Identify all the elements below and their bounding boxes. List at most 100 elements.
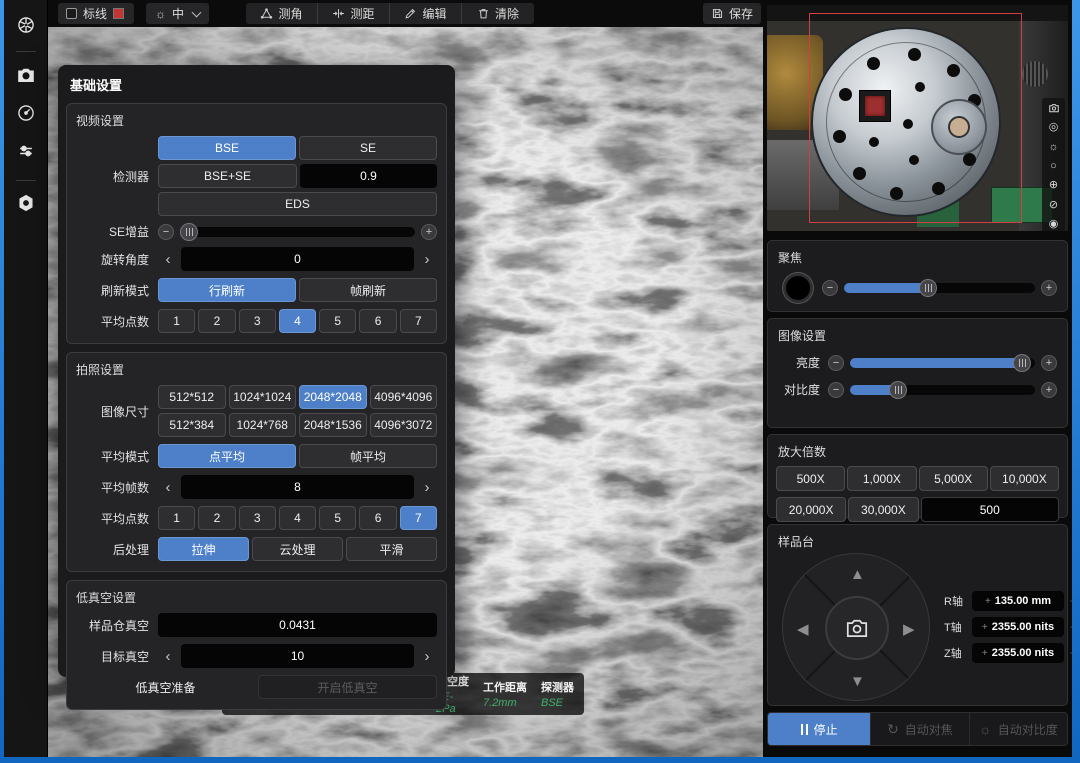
slider-handle[interactable] [180,223,198,241]
auto-contrast-button[interactable]: ☼ 自动对比度 [970,713,1067,745]
measure-angle-button[interactable]: 测角 [246,3,318,24]
plus-button[interactable]: + [1041,280,1057,296]
chamber-camera-view[interactable]: ◎ ☼ ○ ⊕ ⊘ ◉ [767,5,1068,231]
post-smooth-button[interactable]: 平滑 [346,537,437,561]
avg-frames-value[interactable]: 8 [181,475,414,499]
low-vacuum-prepare-button[interactable]: 低真空准备 [76,675,255,699]
avg-point-2[interactable]: 2 [198,309,235,333]
detector-se-button[interactable]: SE [299,136,437,160]
avg-point-1[interactable]: 1 [158,506,195,530]
mag-5000x-button[interactable]: 5,000X [919,466,988,491]
avg-point-1[interactable]: 1 [158,309,195,333]
snapshot-camera-icon[interactable] [1048,102,1060,114]
avg-point-6[interactable]: 6 [359,309,396,333]
size-2048x2048[interactable]: 2048*2048 [299,385,367,409]
crosshair-icon[interactable]: ⊕ [1049,180,1058,191]
detector-bse-button[interactable]: BSE [158,136,296,160]
avg-mode-point-button[interactable]: 点平均 [158,444,296,468]
rotation-value[interactable]: 0 [181,247,414,271]
refresh-frame-button[interactable]: 帧刷新 [299,278,437,302]
measure-distance-button[interactable]: 测距 [318,3,390,24]
decrement-button[interactable]: ‹ [158,247,178,271]
avg-point-3[interactable]: 3 [239,506,276,530]
avg-point-7[interactable]: 7 [400,309,437,333]
decrement-button[interactable]: ‹ [158,475,178,499]
brightness-dropdown[interactable]: ☼ 中 [146,3,209,24]
stage-down-button[interactable]: ▼ [850,673,865,690]
detector-bse-se-button[interactable]: BSE+SE [158,164,297,188]
size-4096x3072[interactable]: 4096*3072 [370,413,438,437]
increment-button[interactable]: › [417,475,437,499]
avg-point-3[interactable]: 3 [239,309,276,333]
increment-button[interactable]: › [417,247,437,271]
brightness-icon[interactable]: ☼ [1048,142,1058,153]
size-4096x4096[interactable]: 4096*4096 [370,385,438,409]
stage-snapshot-button[interactable] [825,596,889,660]
slider-track[interactable] [844,283,1035,293]
plus-button[interactable]: + [1041,355,1057,371]
minus-button[interactable]: − [158,224,174,240]
increment-button[interactable]: › [417,644,437,668]
minus-button[interactable]: − [822,280,838,296]
focus-slider[interactable]: − + [822,280,1057,296]
avg-point-4[interactable]: 4 [279,506,316,530]
magnification-value[interactable]: 500 [921,497,1060,522]
slider-track[interactable] [850,358,1035,368]
r-axis-field[interactable]: + 135.00 mm [972,591,1064,611]
avg-point-4[interactable]: 4 [279,309,316,333]
mag-10000x-button[interactable]: 10,000X [990,466,1059,491]
stage-left-button[interactable]: ◀ [797,620,809,638]
z-axis-field[interactable]: + 2355.00 nits [972,643,1064,663]
mag-20000x-button[interactable]: 20,000X [776,497,846,522]
decrement-button[interactable]: ‹ [158,644,178,668]
focus-ring-icon[interactable]: ◎ [1049,122,1059,133]
slider-track[interactable] [180,227,415,237]
stop-button[interactable]: 停止 [768,713,871,745]
avg-point-5[interactable]: 5 [319,309,356,333]
brightness-slider[interactable]: − + [828,355,1057,371]
t-axis-field[interactable]: + 2355.00 nits [972,617,1064,637]
avg-point-5[interactable]: 5 [319,506,356,530]
avg-point-6[interactable]: 6 [359,506,396,530]
clear-button[interactable]: 清除 [462,3,534,24]
post-stretch-button[interactable]: 拉伸 [158,537,249,561]
gauge-compass-icon[interactable] [15,102,37,124]
stage-right-button[interactable]: ▶ [903,620,915,638]
save-button[interactable]: 保存 [703,3,761,24]
size-2048x1536[interactable]: 2048*1536 [299,413,367,437]
detector-mix-value[interactable]: 0.9 [300,164,437,188]
refresh-line-button[interactable]: 行刷新 [158,278,296,302]
size-512x512[interactable]: 512*512 [158,385,226,409]
size-512x384[interactable]: 512*384 [158,413,226,437]
slider-handle[interactable] [1013,354,1031,372]
minus-button[interactable]: − [828,355,844,371]
markline-color-swatch[interactable] [113,8,124,19]
minus-button[interactable]: − [828,382,844,398]
mag-500x-button[interactable]: 500X [776,466,845,491]
mag-1000x-button[interactable]: 1,000X [847,466,916,491]
slider-handle[interactable] [919,279,937,297]
aperture-icon[interactable] [15,14,37,36]
record-icon[interactable]: ◉ [1049,219,1059,230]
avg-point-2[interactable]: 2 [198,506,235,530]
disable-icon[interactable]: ⊘ [1049,200,1058,211]
slider-handle[interactable] [889,381,907,399]
markline-checkbox[interactable] [66,8,77,19]
settings-hex-icon[interactable] [15,192,37,214]
auto-focus-button[interactable]: ↻ 自动对焦 [871,713,969,745]
size-1024x768[interactable]: 1024*768 [229,413,297,437]
se-gain-slider[interactable]: − + [158,224,437,240]
toggles-icon[interactable] [15,140,37,162]
post-cloud-button[interactable]: 云处理 [252,537,343,561]
mag-30000x-button[interactable]: 30,000X [848,497,918,522]
plus-button[interactable]: + [421,224,437,240]
edit-button[interactable]: 编辑 [390,3,462,24]
plus-button[interactable]: + [1041,382,1057,398]
avg-point-7[interactable]: 7 [400,506,437,530]
camera-icon[interactable] [15,64,37,86]
slider-track[interactable] [850,385,1035,395]
detector-eds-button[interactable]: EDS [158,192,437,216]
contrast-slider[interactable]: − + [828,382,1057,398]
size-1024x1024[interactable]: 1024*1024 [229,385,297,409]
circle-tool-icon[interactable]: ○ [1050,161,1057,172]
